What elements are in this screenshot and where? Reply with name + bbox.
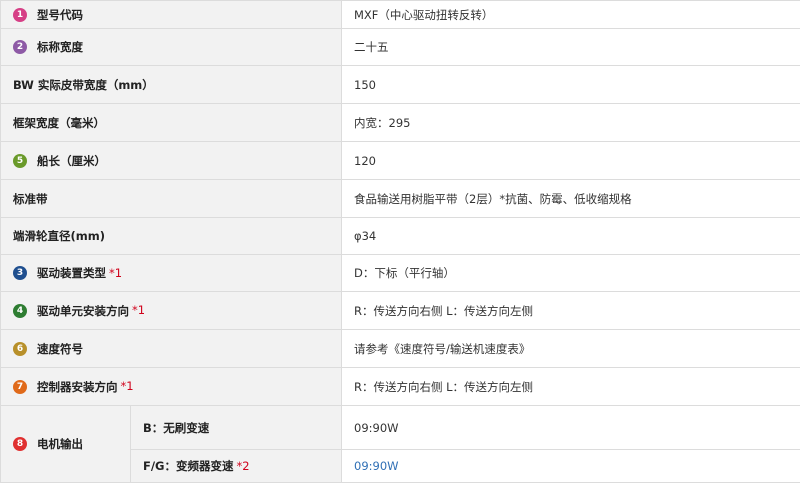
badge-1-icon: 1 <box>13 8 27 22</box>
row-label-cell: 5 船长（厘米） <box>1 142 342 180</box>
row-value: 请参考《速度符号/输送机速度表》 <box>342 330 800 368</box>
table-row: 4 驱动单元安装方向*1 R：传送方向右侧 L：传送方向左侧 <box>1 292 800 330</box>
row-label: 框架宽度（毫米） <box>13 116 105 130</box>
row-value: 内宽：295 <box>342 104 800 142</box>
row-label-cell: 4 驱动单元安装方向*1 <box>1 292 342 330</box>
footnote-mark: *1 <box>132 303 145 317</box>
footnote-mark: *1 <box>121 379 134 393</box>
table-row: 标准带 食品输送用树脂平带（2层）*抗菌、防霉、低收缩规格 <box>1 180 800 218</box>
row-label: 船长（厘米） <box>37 154 106 168</box>
row-label-cell: 1 型号代码 <box>1 1 342 29</box>
row-label: 型号代码 <box>37 8 83 22</box>
row-label: 标准带 <box>13 192 48 206</box>
sub-value-brushless: 09:90W <box>342 406 800 450</box>
row-value: φ34 <box>342 218 800 255</box>
motor-output-label-cell: 8 电机输出 <box>1 406 131 483</box>
sub-value-inverter: 09:90W <box>342 450 800 483</box>
row-label-cell: 标准带 <box>1 180 342 218</box>
row-value: R：传送方向右侧 L：传送方向左侧 <box>342 368 800 406</box>
footnote-mark: *1 <box>109 266 122 280</box>
row-label-cell: 6 速度符号 <box>1 330 342 368</box>
row-label: 电机输出 <box>37 437 83 451</box>
table-row: BW 实际皮带宽度（mm） 150 <box>1 66 800 104</box>
sub-label-inverter: F/G：变频器变速*2 <box>131 450 342 483</box>
table-row: 7 控制器安装方向*1 R：传送方向右侧 L：传送方向左侧 <box>1 368 800 406</box>
table-row: 6 速度符号 请参考《速度符号/输送机速度表》 <box>1 330 800 368</box>
badge-4-icon: 4 <box>13 304 27 318</box>
row-label: 驱动装置类型 <box>37 266 106 280</box>
table-row: 框架宽度（毫米） 内宽：295 <box>1 104 800 142</box>
row-value: 120 <box>342 142 800 180</box>
row-label-cell: 3 驱动装置类型*1 <box>1 255 342 292</box>
row-label-cell: 端滑轮直径(mm) <box>1 218 342 255</box>
table-row: 1 型号代码 MXF（中心驱动扭转反转） <box>1 1 800 29</box>
table-row: 2 标称宽度 二十五 <box>1 29 800 66</box>
footnote-mark: *2 <box>237 459 250 473</box>
row-value: D：下标（平行轴） <box>342 255 800 292</box>
row-value: R：传送方向右侧 L：传送方向左侧 <box>342 292 800 330</box>
row-label: 速度符号 <box>37 342 83 356</box>
row-label: 驱动单元安装方向 <box>37 304 129 318</box>
badge-6-icon: 6 <box>13 342 27 356</box>
sub-label-brushless: B：无刷变速 <box>131 406 342 450</box>
row-label-cell: 2 标称宽度 <box>1 29 342 66</box>
badge-2-icon: 2 <box>13 40 27 54</box>
spec-table: 1 型号代码 MXF（中心驱动扭转反转） 2 标称宽度 二十五 BW 实际皮带宽度（mm） 1… <box>0 0 800 483</box>
badge-5-icon: 5 <box>13 154 27 168</box>
row-label: 控制器安装方向 <box>37 380 118 394</box>
row-value: 150 <box>342 66 800 104</box>
badge-7-icon: 7 <box>13 380 27 394</box>
table-row: 8 电机输出 B：无刷变速 09:90W <box>1 406 800 450</box>
row-value: 二十五 <box>342 29 800 66</box>
badge-8-icon: 8 <box>13 437 27 451</box>
table-row: 端滑轮直径(mm) φ34 <box>1 218 800 255</box>
row-value: MXF（中心驱动扭转反转） <box>342 1 800 29</box>
row-label-cell: 框架宽度（毫米） <box>1 104 342 142</box>
badge-3-icon: 3 <box>13 266 27 280</box>
row-label-cell: 7 控制器安装方向*1 <box>1 368 342 406</box>
row-label: 端滑轮直径(mm) <box>13 229 105 243</box>
row-value: 食品输送用树脂平带（2层）*抗菌、防霉、低收缩规格 <box>342 180 800 218</box>
row-label: BW 实际皮带宽度（mm） <box>13 78 154 92</box>
row-label-cell: BW 实际皮带宽度（mm） <box>1 66 342 104</box>
table-row: 3 驱动装置类型*1 D：下标（平行轴） <box>1 255 800 292</box>
table-row: 5 船长（厘米） 120 <box>1 142 800 180</box>
row-label: 标称宽度 <box>37 40 83 54</box>
